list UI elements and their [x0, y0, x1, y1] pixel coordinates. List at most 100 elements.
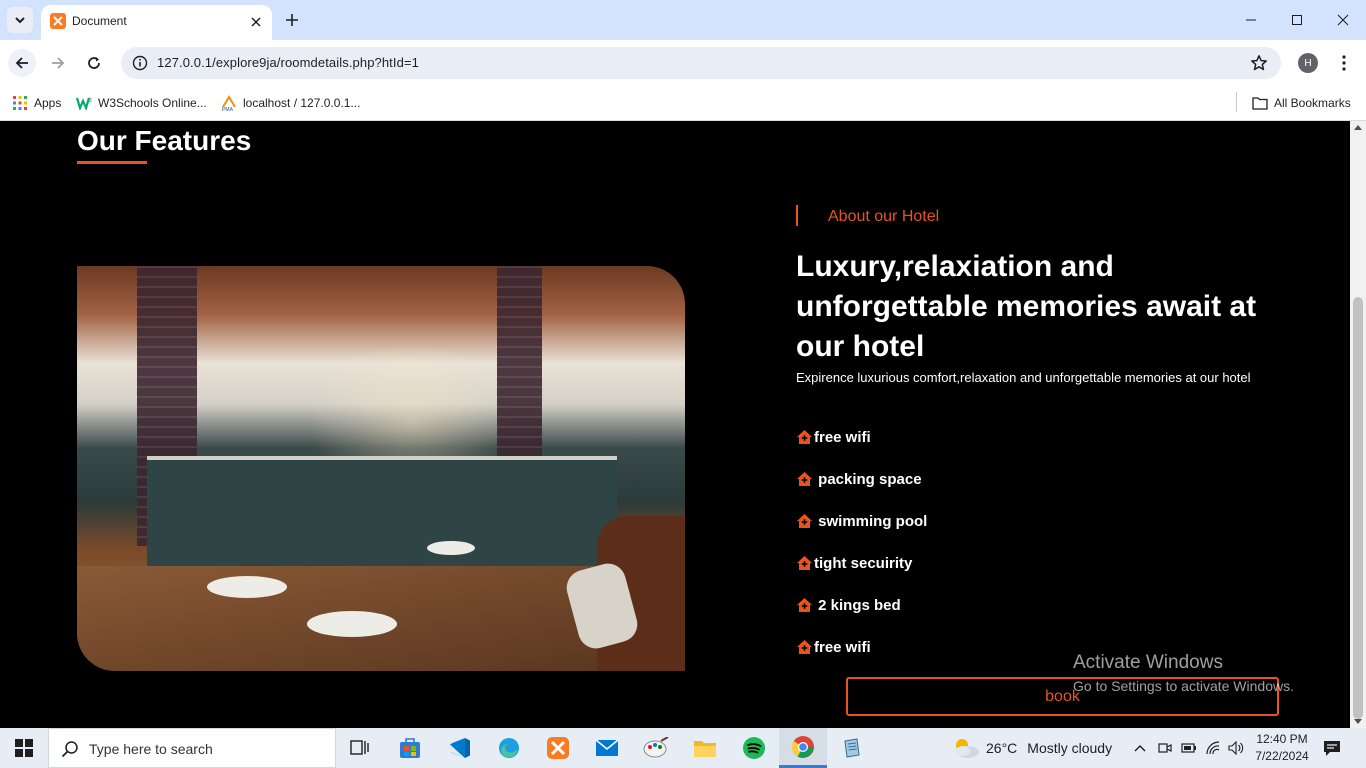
profile-avatar[interactable]: H — [1298, 53, 1318, 73]
feature-item: free wifi — [796, 427, 871, 447]
tab-search-button[interactable] — [7, 7, 33, 33]
feature-label: tight secuirity — [814, 554, 913, 572]
watermark-subtitle: Go to Settings to activate Windows. — [1073, 678, 1294, 694]
bookmark-star-icon[interactable] — [1249, 53, 1269, 73]
file-explorer-button[interactable] — [681, 728, 729, 768]
description: Expirence luxurious comfort,relaxation a… — [796, 370, 1251, 385]
taskbar-search[interactable]: Type here to search — [48, 728, 336, 768]
xampp-icon — [547, 737, 569, 759]
feature-item: tight secuirity — [796, 553, 912, 573]
feature-label: 2 kings bed — [814, 596, 901, 614]
start-button[interactable] — [0, 728, 48, 768]
chrome-icon — [791, 735, 814, 758]
folder-icon — [1252, 95, 1268, 111]
spotify-button[interactable] — [730, 728, 778, 768]
page-viewport: Our Features About our Hotel Luxury,rela… — [0, 121, 1350, 728]
new-tab-button[interactable] — [282, 10, 302, 30]
house-icon — [797, 472, 812, 486]
search-icon — [61, 741, 78, 758]
show-hidden-icons-button[interactable] — [1132, 740, 1148, 756]
microsoft-store-icon — [400, 738, 420, 758]
weather-description: Mostly cloudy — [1027, 740, 1113, 756]
feature-item: free wifi — [796, 637, 871, 657]
minimize-window-button[interactable] — [1239, 8, 1263, 32]
site-info-icon[interactable] — [131, 54, 149, 72]
activate-windows-watermark: Activate Windows Go to Settings to activ… — [1073, 652, 1294, 694]
volume-icon[interactable] — [1228, 740, 1244, 756]
mail-button[interactable] — [583, 728, 631, 768]
arrow-right-icon — [52, 57, 65, 69]
mail-icon — [595, 739, 619, 756]
watermark-title: Activate Windows — [1073, 652, 1223, 673]
bookmarks-divider — [1236, 92, 1237, 112]
browser-menu-icon[interactable] — [1334, 53, 1354, 73]
reload-icon — [88, 57, 100, 69]
address-bar[interactable]: 127.0.0.1/explore9ja/roomdetails.php?htI… — [121, 47, 1281, 79]
image-plate — [307, 611, 397, 637]
about-label: About our Hotel — [828, 208, 940, 225]
scroll-up-icon[interactable] — [1354, 125, 1362, 130]
all-bookmarks-label: All Bookmarks — [1274, 96, 1351, 110]
forward-button[interactable] — [44, 49, 72, 77]
maximize-window-button[interactable] — [1285, 8, 1309, 32]
xampp-favicon-icon — [50, 13, 66, 29]
chevron-up-icon — [1134, 745, 1146, 752]
browser-toolbar: 127.0.0.1/explore9ja/roomdetails.php?htI… — [0, 40, 1366, 86]
paint-button[interactable] — [632, 728, 680, 768]
tab-title: Document — [72, 14, 127, 28]
task-view-button[interactable] — [336, 728, 384, 768]
browser-tab-bar: Document — [0, 0, 1366, 40]
vscode-icon — [450, 738, 470, 758]
paint-icon — [643, 737, 669, 758]
bookmark-label: Apps — [34, 96, 62, 110]
close-window-button[interactable] — [1331, 8, 1355, 32]
reload-button[interactable] — [80, 49, 108, 77]
house-icon — [797, 514, 812, 528]
url-text[interactable]: 127.0.0.1/explore9ja/roomdetails.php?htI… — [157, 55, 419, 70]
bookmark-apps[interactable]: Apps — [12, 93, 61, 113]
spotify-icon — [743, 737, 765, 759]
page-scrollbar[interactable] — [1350, 121, 1366, 728]
scroll-thumb[interactable] — [1353, 297, 1363, 719]
bookmarks-bar: Apps 3 W3Schools Online... PMA localhost… — [0, 86, 1366, 121]
notifications-button[interactable] — [1322, 738, 1342, 758]
microsoft-store-button[interactable] — [386, 728, 434, 768]
notepad-button[interactable] — [828, 728, 876, 768]
apps-grid-icon — [12, 95, 28, 111]
feature-item: 2 kings bed — [796, 595, 901, 615]
headline: Luxury,relaxiation and unforgettable mem… — [796, 250, 1257, 363]
close-tab-icon[interactable] — [248, 14, 264, 30]
edge-button[interactable] — [485, 728, 533, 768]
windows-taskbar: Type here to search 26°C Mostly cloudy 1… — [0, 728, 1366, 768]
taskbar-clock[interactable]: 12:40 PM 7/22/2024 — [1252, 731, 1312, 765]
svg-text:PMA: PMA — [222, 107, 234, 111]
xampp-button[interactable] — [534, 728, 582, 768]
meet-now-icon[interactable] — [1157, 740, 1173, 756]
windows-logo-icon — [15, 739, 33, 757]
about-accent-bar — [796, 205, 798, 226]
weather-widget[interactable]: 26°C Mostly cloudy — [952, 728, 1112, 768]
house-icon — [797, 640, 812, 654]
house-icon — [797, 556, 812, 570]
bookmark-label: localhost / 127.0.0.1... — [243, 96, 361, 110]
bookmark-label: W3Schools Online... — [98, 96, 207, 110]
weather-temp: 26°C — [986, 740, 1018, 756]
chrome-button[interactable] — [779, 728, 827, 768]
scroll-down-icon[interactable] — [1354, 719, 1362, 724]
back-button[interactable] — [8, 49, 36, 77]
image-plate — [427, 541, 475, 555]
feature-label: packing space — [814, 470, 922, 488]
vscode-button[interactable] — [436, 728, 484, 768]
arrow-left-icon — [15, 57, 28, 69]
image-plate — [207, 576, 287, 598]
browser-tab[interactable]: Document — [41, 5, 272, 40]
wifi-icon[interactable] — [1205, 740, 1221, 756]
bookmark-w3schools[interactable]: 3 W3Schools Online... — [76, 93, 207, 113]
all-bookmarks-button[interactable]: All Bookmarks — [1252, 93, 1351, 113]
svg-text:3: 3 — [89, 98, 93, 104]
phpmyadmin-icon: PMA — [221, 95, 237, 111]
clock-date: 7/22/2024 — [1255, 749, 1309, 763]
section-title: Our Features — [77, 125, 252, 156]
battery-icon[interactable] — [1181, 740, 1197, 756]
bookmark-localhost[interactable]: PMA localhost / 127.0.0.1... — [221, 93, 360, 113]
